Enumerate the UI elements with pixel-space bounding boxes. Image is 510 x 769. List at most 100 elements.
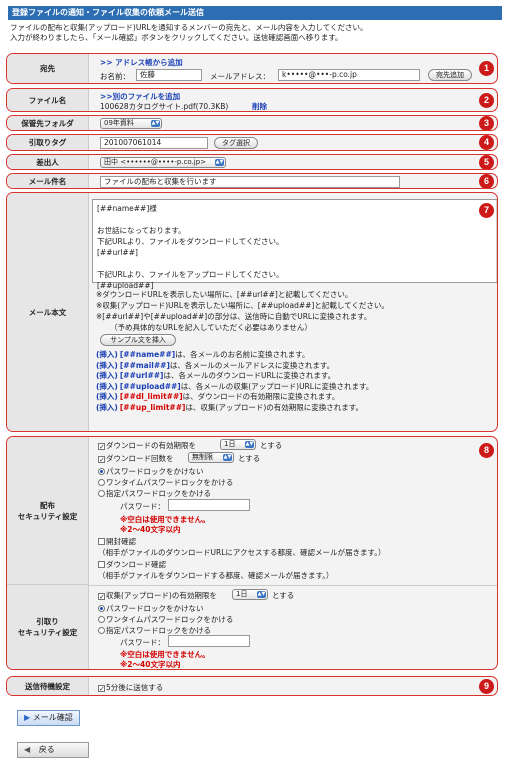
step-badge-3: 3 (479, 116, 494, 130)
step-badge-2: 2 (479, 93, 494, 108)
sender-select[interactable]: 田中 <••••••@••••-p.co.jp> ▲▼ (100, 157, 226, 168)
tag-select-button[interactable]: タグ選択 (214, 137, 258, 149)
up-password-input[interactable] (168, 635, 250, 647)
up-security-label: 引取り セキュリティ設定 (7, 585, 89, 669)
insert-sample-button[interactable]: サンプル文を挿入 (100, 334, 176, 346)
delay-checkbox[interactable] (98, 685, 105, 692)
insert-list: (挿入) [##name##]は、各メールのお名前に変換されます。 (挿入) [##m… (96, 350, 373, 413)
insert-desc: は、各メールの収集(アップロード)URLに変換されます。 (180, 381, 374, 391)
step-badge-8: 8 (479, 443, 494, 458)
back-arrow-icon: ◀ (24, 745, 31, 754)
delete-file-link[interactable]: 削除 (252, 101, 267, 111)
insert-code: [##name##] (119, 350, 176, 359)
step-badge-6: 6 (479, 174, 494, 188)
insert-row: (挿入) [##upload##]は、各メールの収集(アップロード)URLに変換さ… (96, 382, 373, 393)
recipient-section: 宛先 >> アドレス帳から追加 お名前： 佐藤 メールアドレス： k•••••@… (6, 53, 498, 84)
intro-text: ファイルの配布と収集(アップロード)URLを通知するメンバーの宛先と、メール内容… (10, 23, 368, 42)
insert-row: (挿入) [##up_limit##]は、収集(アップロード)の有効期限に変換され… (96, 403, 373, 414)
up-limit-select[interactable]: 1日 ▲▼ (232, 589, 268, 600)
insert-desc: は、各メールのダウンロードURLに変換されます。 (163, 371, 336, 380)
body-note-3: ※[##url##]や[##upload##]の部分は、送信時に自動でURLに変… (96, 312, 372, 321)
dist-security-label: 配布 セキュリティ設定 (7, 437, 89, 585)
file-name: 100628カタログサイト.pdf(70.3KB) (100, 102, 229, 111)
sender-label: 差出人 (7, 155, 89, 169)
dist-pw-none-radio[interactable] (98, 468, 105, 475)
insert-row: (挿入) [##name##]は、各メールのお名前に変換されます。 (96, 350, 373, 361)
body-textarea[interactable]: [##name##]様 お世話になっております。 下記URLより、ファイルをダウ… (92, 199, 497, 290)
step-badge-5: 5 (479, 155, 494, 169)
subject-label: メール件名 (7, 174, 89, 188)
dist-pw-fixed-radio[interactable] (98, 490, 105, 497)
delay-label: 送信待機設定 (7, 677, 89, 695)
page-title: 登録ファイルの通知・ファイル収集の依頼メール送信 (8, 6, 502, 20)
name-input[interactable]: 佐藤 (136, 69, 202, 81)
body-section: メール本文 [##name##]様 お世話になっております。 下記URLより、フ… (6, 192, 498, 432)
chevron-updown-icon: ▲▼ (151, 120, 160, 127)
chevron-updown-icon: ▲▼ (223, 454, 232, 461)
delay-section: 送信待機設定 5分後に送信する 9 (6, 676, 498, 696)
body-note-4: （予め具体的なURLを記入していただく必要はありません） (110, 323, 312, 332)
step-badge-4: 4 (479, 135, 494, 150)
insert-link[interactable]: (挿入) (96, 350, 118, 359)
address-book-link[interactable]: >> アドレス帳から追加 (100, 57, 183, 68)
file-section: ファイル名 >>別のファイルを追加 100628カタログサイト.pdf(70.3… (6, 88, 498, 112)
file-label: ファイル名 (7, 89, 89, 111)
body-note-1: ※ダウンロードURLを表示したい場所に、[##url##]と記載してください。 (96, 290, 353, 299)
dist-pw-onetime-radio[interactable] (98, 479, 105, 486)
insert-link[interactable]: (挿入) (96, 392, 118, 401)
insert-code: [##dl_limit##] (119, 392, 183, 401)
tag-section: 引取りタグ 201007061014 タグ選択 4 (6, 134, 498, 151)
play-arrow-icon: ▶ (24, 713, 31, 722)
name-label: お名前： (100, 72, 130, 81)
insert-row: (挿入) [##dl_limit##]は、ダウンロードの有効期限に変換されます。 (96, 392, 373, 403)
insert-link[interactable]: (挿入) (96, 361, 118, 370)
up-limit-checkbox[interactable] (98, 593, 105, 600)
subject-input[interactable]: ファイルの配布と収集を行います (100, 176, 400, 188)
tag-label: 引取りタグ (7, 135, 89, 150)
body-scrollbar[interactable] (496, 200, 497, 282)
insert-code: [##mail##] (119, 360, 170, 370)
insert-link[interactable]: (挿入) (96, 403, 118, 412)
dl-count-checkbox[interactable] (98, 456, 105, 463)
insert-code: [##url##] (119, 371, 164, 380)
dl-limit-select[interactable]: 1日 ▲▼ (220, 439, 256, 450)
add-recipient-button[interactable]: 宛先追加 (428, 69, 472, 81)
tag-input[interactable]: 201007061014 (100, 137, 208, 149)
mail-confirm-button[interactable]: ▶ メール確認 (17, 710, 80, 726)
insert-desc: は、各メールのメールアドレスに変換されます。 (169, 360, 335, 370)
folder-section: 保管先フォルダ 09年資料 ▲▼ 3 (6, 115, 498, 131)
security-section: 配布 セキュリティ設定 引取り セキュリティ設定 ダウンロードの有効期限を 1日… (6, 436, 498, 670)
insert-link[interactable]: (挿入) (96, 382, 118, 391)
chevron-updown-icon: ▲▼ (245, 441, 254, 448)
dl-limit-checkbox[interactable] (98, 443, 105, 450)
step-badge-1: 1 (479, 61, 494, 76)
sender-section: 差出人 田中 <••••••@••••-p.co.jp> ▲▼ 5 (6, 154, 498, 170)
recipient-label: 宛先 (7, 54, 89, 83)
subject-section: メール件名 ファイルの配布と収集を行います 6 (6, 173, 498, 189)
step-badge-7: 7 (479, 203, 494, 218)
back-button[interactable]: ◀ 戻る (17, 742, 89, 758)
insert-code: [##up_limit##] (119, 402, 186, 412)
insert-row: (挿入) [##url##]は、各メールのダウンロードURLに変換されます。 (96, 371, 373, 382)
up-pw-onetime-radio[interactable] (98, 616, 105, 623)
insert-desc: は、ダウンロードの有効期限に変換されます。 (182, 392, 340, 401)
up-pw-none-radio[interactable] (98, 605, 105, 612)
open-confirm-checkbox[interactable] (98, 538, 105, 545)
body-note-2: ※収集(アップロード)URLを表示したい場所に、[##upload##]と記載し… (96, 301, 389, 310)
insert-link[interactable]: (挿入) (96, 371, 118, 380)
email-input[interactable]: k•••••@•••-p.co.jp (278, 69, 420, 81)
dl-confirm-checkbox[interactable] (98, 561, 105, 568)
insert-code: [##upload##] (119, 381, 181, 391)
chevron-updown-icon: ▲▼ (215, 159, 224, 166)
chevron-updown-icon: ▲▼ (257, 591, 266, 598)
folder-select[interactable]: 09年資料 ▲▼ (100, 118, 162, 129)
dl-count-select[interactable]: 無制限 ▲▼ (188, 452, 234, 463)
insert-desc: は、収集(アップロード)の有効期限に変換されます。 (185, 402, 364, 412)
up-pw-fixed-radio[interactable] (98, 627, 105, 634)
email-label: メールアドレス： (210, 72, 270, 81)
insert-desc: は、各メールのお名前に変換されます。 (175, 350, 310, 359)
dist-password-input[interactable] (168, 499, 250, 511)
step-badge-9: 9 (479, 679, 494, 694)
body-label: メール本文 (7, 193, 89, 431)
folder-label: 保管先フォルダ (7, 116, 89, 130)
